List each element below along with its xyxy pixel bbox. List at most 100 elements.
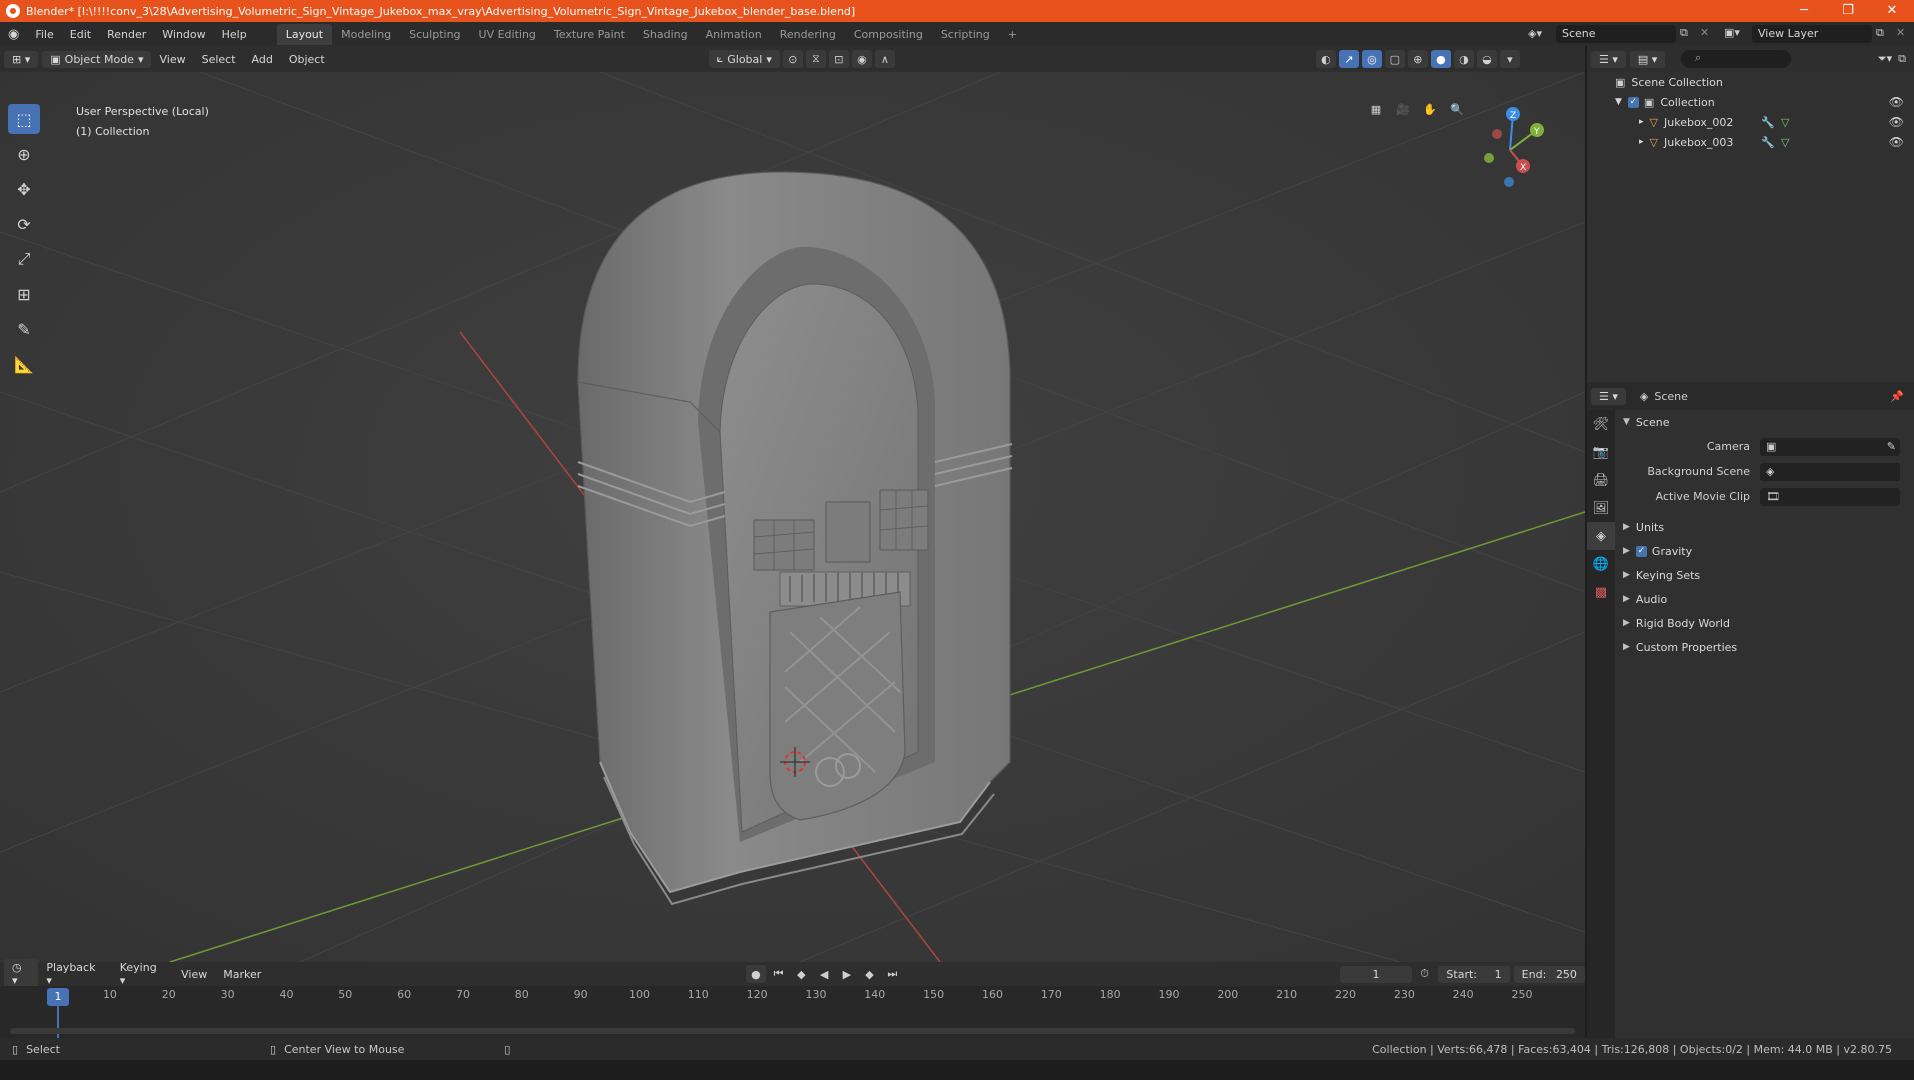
close-button[interactable]: ✕ bbox=[1870, 0, 1914, 22]
stopwatch-icon[interactable]: ⏱ bbox=[1415, 965, 1435, 983]
view-layer-field[interactable]: View Layer bbox=[1752, 25, 1872, 43]
snap-icon[interactable]: ⧖ bbox=[805, 50, 826, 68]
outliner-row-object[interactable]: ▸ ▽ Jukebox_002 🔧 ▽ 👁 bbox=[1587, 112, 1914, 132]
wireframe-shading-icon[interactable]: ⊕ bbox=[1407, 50, 1428, 68]
expand-arrow-icon[interactable]: ▸ bbox=[1639, 117, 1644, 127]
scene-tab-icon[interactable]: ◈ bbox=[1587, 522, 1615, 550]
custom-properties-section-header[interactable]: ▶ Custom Properties bbox=[1615, 635, 1914, 659]
menu-file[interactable]: File bbox=[27, 28, 61, 41]
gravity-section-header[interactable]: ▶ ✓ Gravity bbox=[1615, 539, 1914, 563]
menu-render[interactable]: Render bbox=[99, 28, 154, 41]
mesh-data-icon[interactable]: ▽ bbox=[1781, 136, 1789, 149]
outliner-row-scene-collection[interactable]: ▣ Scene Collection bbox=[1587, 72, 1914, 92]
properties-editor-type-button[interactable]: ☰ ▾ bbox=[1591, 387, 1626, 405]
menu-timeline-view[interactable]: View bbox=[173, 966, 215, 983]
blender-menu-icon[interactable]: ◉ bbox=[0, 27, 27, 42]
solid-shading-icon[interactable]: ● bbox=[1430, 50, 1451, 68]
cursor-tool-icon[interactable]: ⊕ bbox=[8, 139, 40, 169]
jukebox-model[interactable] bbox=[577, 171, 1013, 906]
next-keyframe-icon[interactable]: ◆ bbox=[860, 965, 880, 983]
menu-select[interactable]: Select bbox=[194, 51, 244, 68]
output-tab-icon[interactable]: 🖨 bbox=[1587, 466, 1615, 494]
tab-compositing[interactable]: Compositing bbox=[845, 24, 932, 45]
gravity-checkbox[interactable]: ✓ bbox=[1635, 545, 1647, 557]
mesh-data-icon[interactable]: ▽ bbox=[1781, 116, 1789, 129]
outliner-row-collection[interactable]: ▼ ✓ ▣ Collection 👁 bbox=[1587, 92, 1914, 112]
rendered-shading-icon[interactable]: ◒ bbox=[1476, 50, 1497, 68]
tab-sculpting[interactable]: Sculpting bbox=[400, 24, 469, 45]
camera-view-icon[interactable]: 🎥 bbox=[1393, 100, 1413, 118]
menu-keying[interactable]: Keying ▾ bbox=[112, 959, 173, 989]
menu-playback[interactable]: Playback ▾ bbox=[38, 959, 111, 989]
display-mode-button[interactable]: ▤ ▾ bbox=[1629, 50, 1666, 68]
material-shading-icon[interactable]: ◑ bbox=[1453, 50, 1474, 68]
timeline-ruler[interactable]: 10 20 30 40 50 60 70 80 90 100 110 120 130 140 150 160 1… bbox=[10, 988, 1575, 1006]
movie-clip-field[interactable]: 🎞 bbox=[1760, 487, 1900, 506]
render-tab-icon[interactable]: 📷 bbox=[1587, 438, 1615, 466]
menu-object[interactable]: Object bbox=[281, 51, 333, 68]
keying-sets-section-header[interactable]: ▶ Keying Sets bbox=[1615, 563, 1914, 587]
outliner-row-object[interactable]: ▸ ▽ Jukebox_003 🔧 ▽ 👁 bbox=[1587, 132, 1914, 152]
add-workspace-button[interactable]: + bbox=[999, 24, 1026, 45]
new-collection-icon[interactable]: ⧉ bbox=[1898, 52, 1906, 66]
jump-start-icon[interactable]: ⏮ bbox=[769, 965, 789, 983]
menu-help[interactable]: Help bbox=[214, 28, 255, 41]
navigation-gizmo[interactable]: Z Y X bbox=[1455, 100, 1565, 200]
editor-type-button[interactable]: ⊞ ▾ bbox=[4, 50, 39, 68]
menu-window[interactable]: Window bbox=[154, 28, 213, 41]
menu-view[interactable]: View bbox=[151, 51, 193, 68]
filter-icon[interactable]: ⏷▾ bbox=[1878, 52, 1892, 66]
maximize-button[interactable]: ❐ bbox=[1826, 0, 1870, 22]
new-scene-icon[interactable]: ⧉ bbox=[1680, 26, 1688, 40]
audio-section-header[interactable]: ▶ Audio bbox=[1615, 587, 1914, 611]
tab-modeling[interactable]: Modeling bbox=[332, 24, 400, 45]
timeline-editor-type-button[interactable]: ◷ ▾ bbox=[4, 959, 39, 989]
transform-orientation-selector[interactable]: ⟀ Global ▾ bbox=[708, 50, 780, 68]
current-frame-marker[interactable]: 1 bbox=[47, 988, 69, 1006]
tab-scripting[interactable]: Scripting bbox=[932, 24, 999, 45]
world-tab-icon[interactable]: 🌐 bbox=[1587, 550, 1615, 578]
minimize-button[interactable]: ─ bbox=[1782, 0, 1826, 22]
scene-section-header[interactable]: ▼ Scene bbox=[1615, 410, 1914, 434]
grid-view-icon[interactable]: ▦ bbox=[1366, 100, 1386, 118]
tab-shading[interactable]: Shading bbox=[634, 24, 697, 45]
menu-marker[interactable]: Marker bbox=[215, 966, 269, 983]
eye-icon[interactable]: 👁 bbox=[1889, 95, 1904, 109]
rotate-tool-icon[interactable]: ⟳ bbox=[8, 209, 40, 239]
eye-icon[interactable]: 👁 bbox=[1889, 115, 1904, 129]
rigid-body-world-section-header[interactable]: ▶ Rigid Body World bbox=[1615, 611, 1914, 635]
prev-keyframe-icon[interactable]: ◆ bbox=[791, 965, 811, 983]
tab-uv-editing[interactable]: UV Editing bbox=[470, 24, 545, 45]
scene-selector-icon[interactable]: ◈▾ bbox=[1528, 27, 1542, 40]
pivot-point-icon[interactable]: ⊙ bbox=[782, 50, 803, 68]
select-box-tool-icon[interactable]: ⬚ bbox=[8, 104, 40, 134]
timeline[interactable]: 10 20 30 40 50 60 70 80 90 100 110 120 130 140 150 160 1… bbox=[0, 986, 1585, 1038]
snap-target-icon[interactable]: ⊡ bbox=[828, 50, 849, 68]
overlay-toggle-icon[interactable]: ◎ bbox=[1361, 50, 1382, 68]
start-frame-field[interactable]: Start: 1 bbox=[1438, 965, 1510, 983]
menu-add[interactable]: Add bbox=[244, 51, 281, 68]
background-scene-field[interactable]: ◈ bbox=[1760, 462, 1900, 481]
tab-layout[interactable]: Layout bbox=[276, 23, 333, 45]
delete-view-layer-icon[interactable]: ✕ bbox=[1896, 26, 1905, 39]
modifier-wrench-icon[interactable]: 🔧 bbox=[1761, 136, 1775, 149]
current-frame-field[interactable]: 1 bbox=[1340, 965, 1412, 983]
measure-tool-icon[interactable]: 📐 bbox=[8, 349, 40, 379]
gizmo-toggle-icon[interactable]: ↗ bbox=[1338, 50, 1359, 68]
end-frame-field[interactable]: End: 250 bbox=[1513, 965, 1585, 983]
record-icon[interactable]: ● bbox=[746, 965, 766, 983]
delete-scene-icon[interactable]: ✕ bbox=[1700, 26, 1709, 39]
falloff-icon[interactable]: ∧ bbox=[874, 50, 895, 68]
jump-end-icon[interactable]: ⏭ bbox=[882, 965, 902, 983]
new-view-layer-icon[interactable]: ⧉ bbox=[1876, 26, 1884, 40]
pin-icon[interactable]: 📌 bbox=[1890, 390, 1904, 403]
view-layer-icon[interactable]: ▣▾ bbox=[1724, 26, 1740, 39]
3d-viewport[interactable]: ⬚ ⊕ ✥ ⟳ ⤢ ⊞ ✎ 📐 User Perspective (Local)… bbox=[0, 72, 1585, 962]
expand-arrow-icon[interactable]: ▸ bbox=[1639, 137, 1644, 147]
expand-arrow-icon[interactable]: ▼ bbox=[1615, 97, 1622, 107]
scale-tool-icon[interactable]: ⤢ bbox=[8, 244, 40, 274]
play-reverse-icon[interactable]: ◀ bbox=[814, 965, 834, 983]
menu-edit[interactable]: Edit bbox=[62, 28, 99, 41]
move-tool-icon[interactable]: ✥ bbox=[8, 174, 40, 204]
scene-name-field[interactable]: Scene bbox=[1556, 25, 1676, 43]
